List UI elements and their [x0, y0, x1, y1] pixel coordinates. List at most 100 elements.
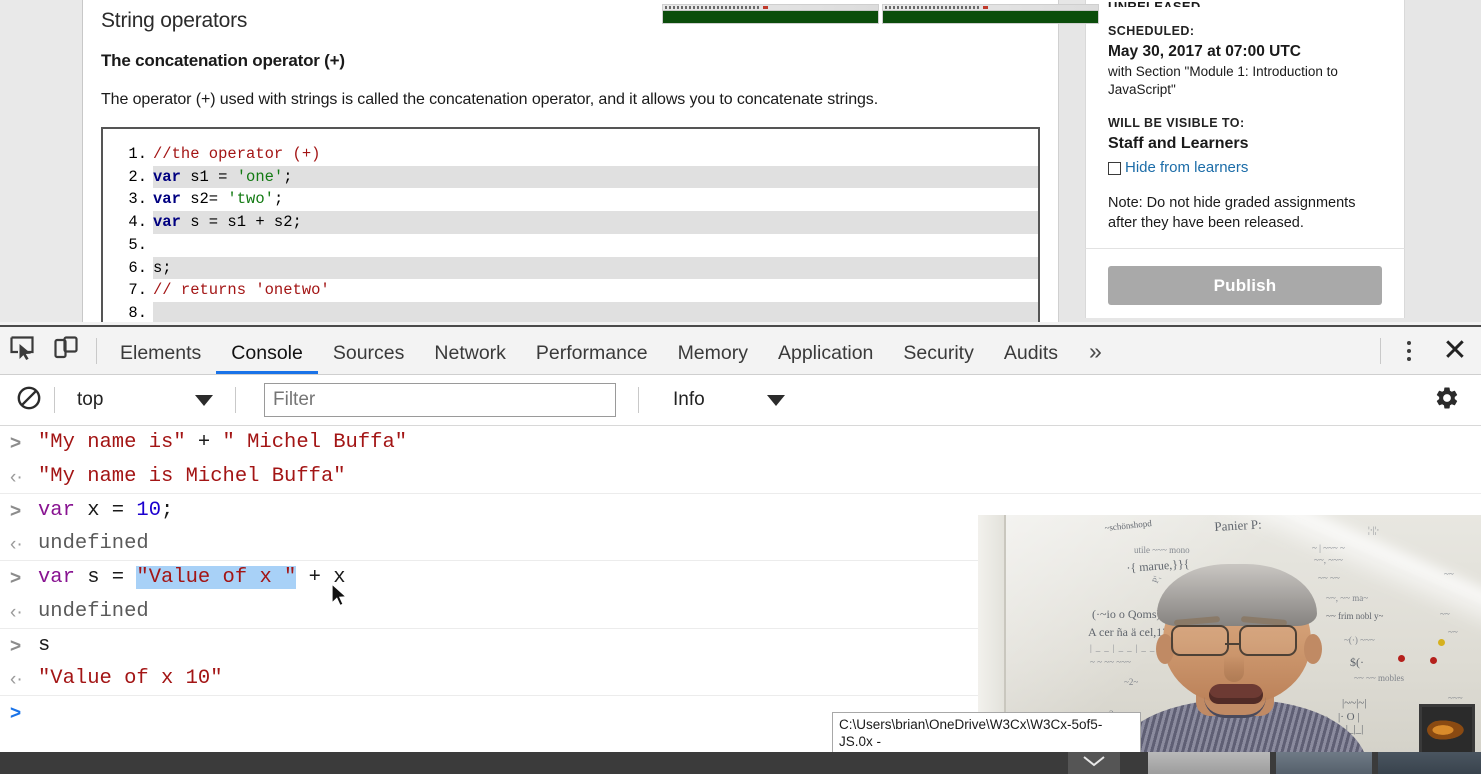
presenter-video-figure	[1108, 559, 1368, 774]
console-token: +	[185, 431, 223, 454]
console-token: " Michel Buffa"	[222, 431, 408, 454]
console-token: undefined	[38, 599, 149, 623]
console-token: x	[333, 566, 346, 589]
code-line-content: var s2= 'two';	[153, 188, 1038, 211]
presenter-nose	[1224, 656, 1244, 682]
tab-network[interactable]: Network	[419, 328, 521, 374]
devtools-menu-button[interactable]	[1389, 328, 1429, 374]
console-row-text: s	[38, 634, 50, 657]
thumbnail-titlebar	[883, 5, 1098, 11]
whiteboard-marker-dot	[1430, 657, 1437, 664]
console-row-output: ‹· "My name is Michel Buffa"	[0, 460, 1481, 494]
publish-status-card: UNRELEASED SCHEDULED: May 30, 2017 at 07…	[1085, 0, 1405, 248]
code-token: ;	[283, 167, 293, 186]
execution-context-value[interactable]: top	[63, 389, 195, 411]
checkbox-icon[interactable]	[1108, 161, 1121, 175]
code-token: s1 =	[180, 167, 237, 186]
console-output-arrow-icon: ‹·	[10, 534, 23, 555]
code-token: 'two'	[227, 190, 274, 209]
chevron-down-icon[interactable]	[195, 394, 213, 406]
code-line: //the operator (+)	[103, 143, 1038, 166]
publish-button[interactable]: Publish	[1108, 266, 1382, 305]
tab-application[interactable]: Application	[763, 328, 888, 374]
console-token: "My name is"	[38, 431, 186, 454]
chevron-down-icon-level[interactable]	[767, 394, 785, 406]
publish-footer: Publish	[1085, 248, 1405, 318]
browser-page-area: String operators The concatenation opera…	[0, 0, 1481, 325]
console-row-text: var x = 10;	[38, 499, 173, 522]
taskbar-thumbnail[interactable]	[882, 4, 1099, 24]
code-line: s;	[103, 256, 1038, 280]
tab-audits[interactable]: Audits	[989, 328, 1073, 374]
whiteboard-left-panel	[978, 515, 1006, 745]
gear-icon	[1434, 385, 1460, 416]
tab-memory[interactable]: Memory	[663, 328, 763, 374]
console-row-text: undefined	[38, 600, 149, 623]
console-token: 10	[136, 498, 162, 522]
presenter-glasses-bridge	[1225, 642, 1239, 645]
tab-sources[interactable]: Sources	[318, 328, 420, 374]
code-token: //the operator (+)	[153, 145, 321, 163]
code-token: var	[153, 213, 181, 232]
tab-performance[interactable]: Performance	[521, 328, 663, 374]
taskbar-collapse-button[interactable]	[1068, 752, 1120, 774]
tab-console[interactable]: Console	[216, 328, 318, 374]
console-filter-bar: top Info	[0, 375, 1481, 426]
whiteboard-scribble: utile ~~~ mono	[1134, 545, 1190, 555]
console-row-input: > "My name is" + " Michel Buffa"	[0, 426, 1481, 460]
code-line-content: s;	[153, 256, 1038, 280]
clear-console-button[interactable]	[12, 383, 46, 417]
section-paragraph: The operator (+) used with strings is ca…	[101, 91, 879, 108]
kebab-dot-icon	[1407, 340, 1411, 345]
devtools-tab-list: Elements Console Sources Network Performance…	[105, 328, 1073, 374]
code-line-content: // returns 'onetwo'	[153, 279, 1038, 302]
console-row-text: var s = "Value of x " + x	[38, 566, 346, 589]
filterbar-divider-1	[54, 387, 55, 413]
unit-status-heading: UNRELEASED	[1108, 0, 1382, 7]
console-output-arrow-icon: ‹·	[10, 601, 23, 623]
kebab-dot-icon	[1407, 348, 1411, 353]
hide-from-learners-row[interactable]: Hide from learners	[1108, 158, 1382, 178]
console-filter-input[interactable]	[264, 383, 616, 417]
code-line: var s2= 'two';	[103, 188, 1038, 211]
unit-content-panel: String operators The concatenation opera…	[83, 0, 1059, 322]
console-prompt-arrow-icon: >	[10, 500, 22, 522]
code-line-content	[153, 234, 1038, 257]
close-devtools-button[interactable]: ✕	[1429, 328, 1481, 374]
devtools-settings-button[interactable]	[1425, 380, 1469, 420]
whiteboard-marker-dot	[1438, 639, 1445, 646]
scheduled-label: SCHEDULED:	[1108, 24, 1195, 38]
hide-from-learners-label[interactable]: Hide from learners	[1125, 158, 1248, 178]
console-prompt-arrow-icon: >	[10, 635, 22, 657]
log-level-value[interactable]: Info	[673, 389, 767, 411]
code-line: var s1 = 'one';	[103, 165, 1038, 189]
console-token: "Value of x "	[136, 566, 297, 589]
whiteboard-scribble: ~ | ~~~ ~	[1312, 543, 1345, 553]
tab-elements[interactable]: Elements	[105, 328, 216, 374]
console-token: s	[38, 633, 51, 657]
code-token: s2=	[180, 190, 228, 209]
console-token: ;	[161, 498, 174, 522]
more-tabs-button[interactable]: »	[1073, 328, 1118, 374]
code-line-list: //the operator (+) var s1 = 'one'; var s2=…	[103, 129, 1038, 322]
presenter-glasses-left	[1171, 625, 1229, 656]
taskbar-region-c	[1378, 752, 1481, 774]
inspect-element-button[interactable]	[0, 329, 44, 373]
console-token: "Value of x 10"	[38, 667, 223, 690]
code-line-content: //the operator (+)	[153, 143, 1038, 166]
toolbar-divider	[96, 337, 97, 364]
console-output-arrow-icon: ‹·	[10, 669, 23, 690]
presenter-glasses-right	[1239, 625, 1297, 656]
console-row-text: undefined	[38, 532, 149, 555]
chevron-down-icon-taskbar	[1081, 754, 1107, 773]
console-token: "My name is Michel Buffa"	[38, 464, 346, 488]
screen-root: String operators The concatenation opera…	[0, 0, 1481, 774]
code-line-content	[153, 301, 1038, 322]
console-prompt-arrow-icon: >	[10, 703, 22, 724]
scheduled-value: May 30, 2017 at 07:00 UTC	[1108, 43, 1301, 60]
taskbar-thumbnail[interactable]	[662, 4, 879, 24]
device-toolbar-button[interactable]	[44, 329, 88, 373]
tab-security[interactable]: Security	[888, 328, 988, 374]
code-line-content: var s1 = 'one';	[153, 165, 1038, 189]
console-token: var	[38, 566, 75, 589]
